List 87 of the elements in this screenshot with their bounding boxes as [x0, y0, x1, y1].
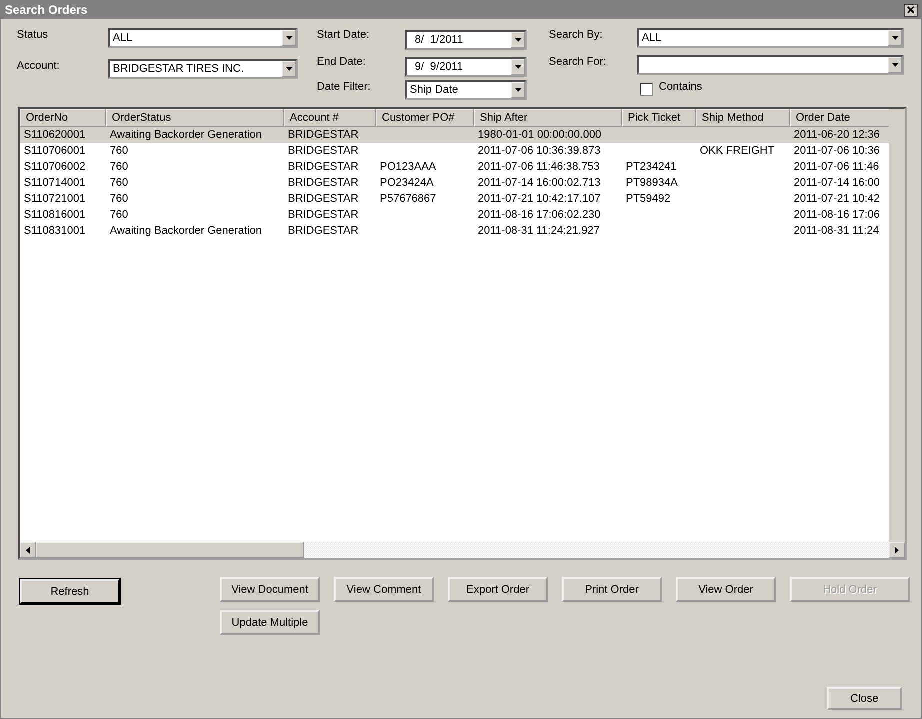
- table-cell: P57676867: [380, 193, 436, 205]
- table-cell: 1980-01-01 00:00:00.000: [478, 129, 602, 141]
- table-cell: BRIDGESTAR: [288, 129, 359, 141]
- action-button[interactable]: Export Order: [448, 577, 548, 602]
- dropdown-field[interactable]: [637, 55, 904, 76]
- table-cell: S110706002: [24, 161, 86, 173]
- refresh-button[interactable]: Refresh: [20, 579, 120, 604]
- table-cell: BRIDGESTAR: [288, 209, 359, 221]
- field-label: End Date:: [317, 55, 367, 70]
- table-cell: PT234241: [626, 161, 677, 173]
- column-header[interactable]: Ship After: [474, 109, 622, 127]
- table-cell: Awaiting Backorder Generation: [110, 225, 262, 237]
- column-header[interactable]: Pick Ticket: [622, 109, 696, 127]
- table-cell: 2011-07-06 10:36: [794, 145, 880, 157]
- checkbox-label: Contains: [659, 80, 702, 93]
- field-label: Status: [17, 28, 50, 42]
- field-label: Account:: [17, 59, 61, 73]
- close-button[interactable]: Close: [827, 687, 902, 710]
- field-label: Start Date:: [317, 28, 371, 42]
- table-cell: 760: [110, 177, 128, 189]
- column-header[interactable]: Order Date: [790, 109, 889, 127]
- dropdown-field[interactable]: ALL: [108, 28, 298, 48]
- table-cell: 2011-07-06 11:46: [794, 161, 880, 173]
- table-cell: 760: [110, 161, 128, 173]
- table-row[interactable]: S110620001 Awaiting Backorder Generation BRIDGESTAR 1980-01-01 00:00:00.000 2011-06-20 12:36: [20, 127, 889, 143]
- table-cell: S110721001: [24, 193, 86, 205]
- table-cell: 2011-07-21 10:42: [794, 193, 880, 205]
- table-row[interactable]: S110721001 760 BRIDGESTAR P57676867 2011-07-21 10:42:17.107 PT59492 2011-07-21 10:42: [20, 191, 889, 207]
- table-cell: 2011-07-21 10:42:17.107: [478, 193, 601, 205]
- field-label: Date Filter:: [317, 80, 372, 94]
- table-cell: PT59492: [626, 193, 671, 205]
- table-cell: 2011-07-06 10:36:39.873: [478, 145, 601, 157]
- field-label: Search By:: [549, 28, 604, 42]
- dropdown-field[interactable]: BRIDGESTAR TIRES INC.: [108, 59, 298, 79]
- action-button[interactable]: Print Order: [562, 577, 662, 602]
- column-header[interactable]: OrderStatus: [106, 109, 284, 127]
- table-row[interactable]: S110714001 760 BRIDGESTAR PO23424A 2011-07-14 16:00:02.713 PT98934A 2011-07-14 16:00: [20, 175, 889, 191]
- action-button[interactable]: View Document: [220, 577, 320, 602]
- column-header[interactable]: Account #: [284, 109, 376, 127]
- table-cell: BRIDGESTAR: [288, 193, 359, 205]
- dropdown-field[interactable]: 9/ 9/2011: [405, 57, 527, 78]
- table-cell: 2011-07-14 16:00:02.713: [478, 177, 601, 189]
- column-header[interactable]: Ship Method: [696, 109, 790, 127]
- table-cell: 2011-06-20 12:36: [794, 129, 880, 141]
- column-header[interactable]: Customer PO#: [376, 109, 474, 127]
- table-cell: 760: [110, 193, 128, 205]
- dropdown-field[interactable]: Ship Date: [405, 80, 527, 100]
- action-button[interactable]: View Order: [676, 577, 776, 602]
- table-cell: PO123AAA: [380, 161, 436, 173]
- table-cell: PT98934A: [626, 177, 678, 189]
- close-icon[interactable]: [904, 4, 918, 16]
- table-cell: PO23424A: [380, 177, 434, 189]
- table-cell: 2011-08-16 17:06:02.230: [478, 209, 601, 221]
- action-button[interactable]: Update Multiple: [220, 610, 320, 635]
- table-cell: S110816001: [24, 209, 86, 221]
- table-cell: 2011-07-06 11:46:38.753: [478, 161, 600, 173]
- window-title: Search Orders: [5, 3, 88, 17]
- checkbox[interactable]: [640, 82, 653, 96]
- field-label: Search For:: [549, 55, 608, 70]
- scroll-left-icon[interactable]: [20, 542, 36, 558]
- table-cell: Awaiting Backorder Generation: [110, 129, 262, 141]
- table-cell: BRIDGESTAR: [288, 145, 359, 157]
- scroll-thumb[interactable]: [36, 542, 304, 558]
- table-cell: S110620001: [24, 129, 86, 141]
- table-row[interactable]: S110831001 Awaiting Backorder Generation BRIDGESTAR 2011-08-31 11:24:21.927 2011-08-31 11:24: [20, 223, 889, 239]
- table-cell: S110831001: [24, 225, 86, 237]
- table-cell: OKK FREIGHT: [700, 145, 775, 157]
- table-row[interactable]: S110706001 760 BRIDGESTAR 2011-07-06 10:36:39.873 OKK FREIGHT 2011-07-06 10:36: [20, 143, 889, 159]
- table-row[interactable]: S110816001 760 BRIDGESTAR 2011-08-16 17:06:02.230 2011-08-16 17:06: [20, 207, 889, 223]
- table-cell: S110706001: [24, 145, 86, 157]
- table-cell: BRIDGESTAR: [288, 177, 359, 189]
- table-cell: 2011-08-16 17:06: [794, 209, 880, 221]
- table-cell: BRIDGESTAR: [288, 225, 359, 237]
- table-cell: 2011-08-31 11:24: [794, 225, 880, 237]
- table-row[interactable]: S110706002 760 BRIDGESTAR PO123AAA 2011-07-06 11:46:38.753 PT234241 2011-07-06 11:46: [20, 159, 889, 175]
- column-header[interactable]: OrderNo: [20, 109, 106, 127]
- table-cell: 760: [110, 145, 128, 157]
- table-cell: S110714001: [24, 177, 86, 189]
- table-cell: 2011-07-14 16:00: [794, 177, 880, 189]
- action-button[interactable]: View Comment: [334, 577, 434, 602]
- scroll-right-icon[interactable]: [889, 542, 905, 558]
- table-cell: BRIDGESTAR: [288, 161, 359, 173]
- table-cell: 2011-08-31 11:24:21.927: [478, 225, 600, 237]
- dropdown-field[interactable]: 8/ 1/2011: [405, 30, 527, 50]
- table-cell: 760: [110, 209, 128, 221]
- dropdown-field[interactable]: ALL: [637, 28, 904, 48]
- horizontal-scrollbar[interactable]: [20, 542, 905, 558]
